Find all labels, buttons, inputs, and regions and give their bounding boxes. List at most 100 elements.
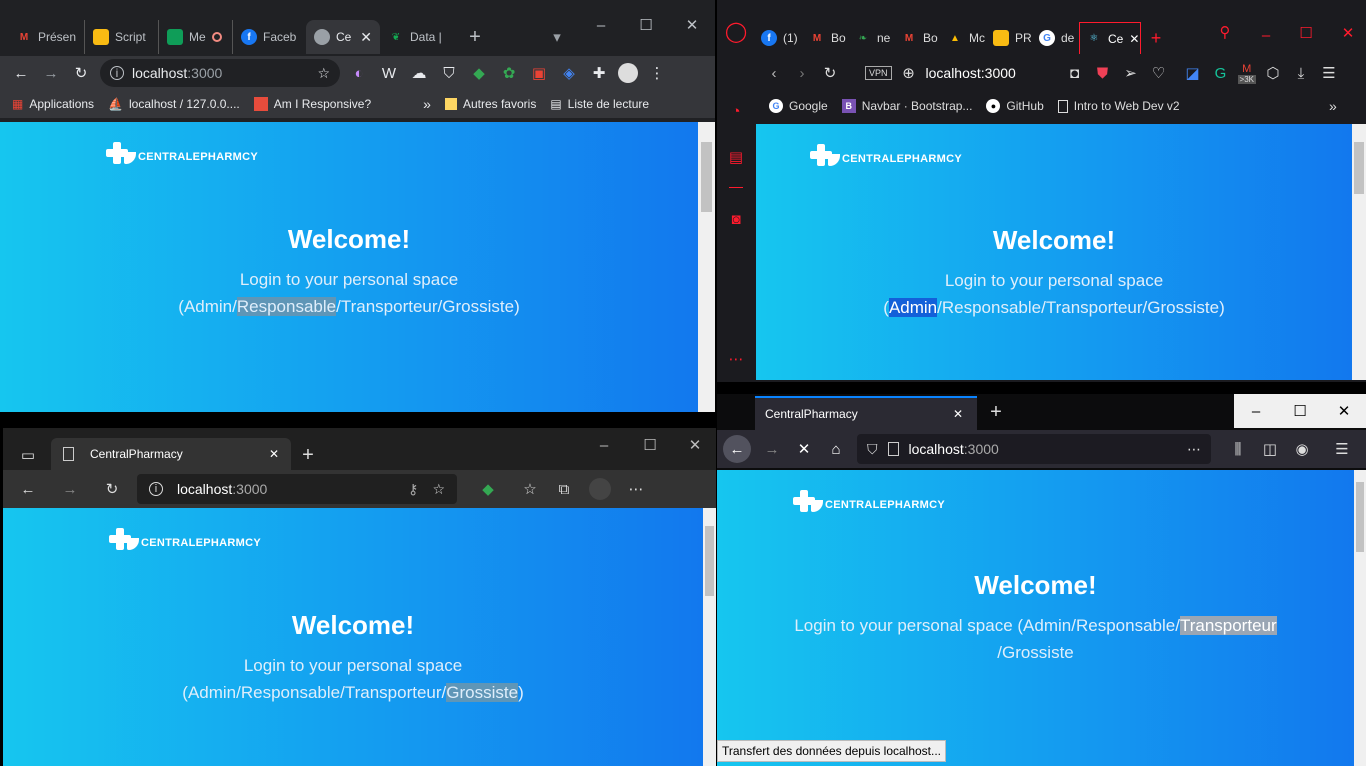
maximize-icon[interactable]: ☐ — [1289, 400, 1311, 422]
scrollbar[interactable] — [1354, 470, 1366, 766]
tab-gmail[interactable]: M Bo — [803, 22, 849, 54]
info-icon[interactable]: i — [149, 482, 163, 496]
avatar[interactable] — [618, 63, 638, 83]
tab-active[interactable]: CentralPharmacy ✕ — [51, 438, 291, 470]
speed-dial-icon[interactable]: ◔ — [725, 100, 747, 122]
shield-icon[interactable]: ⛉ — [867, 441, 878, 458]
minimize-icon[interactable]: – — [1245, 400, 1267, 422]
back-icon[interactable]: ← — [10, 62, 32, 84]
tab-slides[interactable]: PR — [987, 22, 1033, 54]
back-icon[interactable]: ← — [723, 435, 751, 463]
reload-icon[interactable]: ↻ — [70, 62, 92, 84]
tab-mongodb[interactable]: ❦ Data | — [380, 20, 454, 54]
menu-icon[interactable]: ⋮ — [646, 62, 668, 84]
search-tabs-icon[interactable]: ⚲ — [1214, 21, 1236, 43]
maximize-icon[interactable]: ☐ — [639, 434, 661, 456]
tab-google[interactable]: Gde — [1033, 22, 1079, 54]
tab-actions-icon[interactable]: ▭ — [17, 444, 39, 466]
tab-script[interactable]: Script — [84, 20, 158, 54]
key-icon[interactable]: ⚷ — [408, 481, 418, 498]
new-tab-icon[interactable]: + — [464, 26, 486, 48]
instagram-icon[interactable]: ◙ — [725, 208, 747, 230]
mail-badge[interactable]: M >3K — [1237, 63, 1256, 84]
bookmark-github[interactable]: ● GitHub — [986, 99, 1044, 113]
tab-meet[interactable]: Me — [158, 20, 232, 54]
bag-icon[interactable]: ▤ — [725, 146, 747, 168]
avatar[interactable] — [589, 478, 611, 500]
tab-facebook[interactable]: f Faceb — [232, 20, 306, 54]
bookmark-phpmyadmin[interactable]: ⛵ localhost / 127.0.0.... — [108, 97, 240, 111]
settings-icon[interactable]: ☰ — [1318, 62, 1340, 84]
send-icon[interactable]: ➢ — [1120, 62, 1142, 84]
account-icon[interactable]: ◉ — [1291, 438, 1313, 460]
puzzle-icon[interactable]: ✚ — [588, 62, 610, 84]
minimize-icon[interactable]: – — [1255, 24, 1277, 46]
address-bar[interactable]: localhost:3000 — [926, 65, 1046, 81]
scrollbar[interactable] — [703, 508, 716, 766]
extension-icon[interactable]: ◆ — [477, 478, 499, 500]
extension-icon[interactable]: ▣ — [528, 62, 550, 84]
home-icon[interactable]: ⌂ — [825, 438, 847, 460]
forward-icon[interactable]: → — [761, 438, 783, 460]
close-window-icon[interactable]: ✕ — [681, 14, 703, 36]
back-icon[interactable]: ← — [17, 478, 39, 500]
forward-icon[interactable]: › — [791, 62, 813, 84]
cube-icon[interactable]: ⬡ — [1262, 62, 1284, 84]
bookmark-responsive[interactable]: Am I Responsive? — [253, 97, 371, 111]
close-icon[interactable]: ✕ — [1129, 32, 1139, 46]
more-bookmarks-icon[interactable]: » — [423, 96, 431, 112]
download-icon[interactable]: ⤓ — [1290, 62, 1312, 84]
star-icon[interactable]: ☆ — [317, 65, 330, 82]
tab-gmail[interactable]: M Présen — [8, 20, 84, 54]
tab-facebook[interactable]: f (1) — [755, 22, 803, 54]
close-icon[interactable]: ✕ — [360, 29, 372, 46]
extension-icon[interactable]: ✿ — [498, 62, 520, 84]
vpn-badge[interactable]: VPN — [865, 66, 892, 80]
extension-icon[interactable]: ◪ — [1182, 62, 1204, 84]
extension-icon[interactable]: W — [378, 62, 400, 84]
heart-icon[interactable]: ♡ — [1148, 62, 1170, 84]
reload-icon[interactable]: ↻ — [819, 62, 841, 84]
menu-icon[interactable]: ⋯ — [625, 478, 647, 500]
more-bookmarks-icon[interactable]: » — [1329, 98, 1337, 114]
collections-icon[interactable]: ⧉ — [553, 478, 575, 500]
page-actions-icon[interactable]: ⋯ — [1187, 441, 1201, 458]
address-bar[interactable]: i localhost:3000 ☆ — [100, 59, 340, 87]
reload-icon[interactable]: ↻ — [101, 478, 123, 500]
forward-icon[interactable]: → — [59, 478, 81, 500]
bookmark-reading-list[interactable]: ▤ Liste de lecture — [550, 97, 649, 111]
bookmark-intro[interactable]: Intro to Web Dev v2 — [1057, 99, 1180, 113]
back-icon[interactable]: ‹ — [763, 62, 785, 84]
menu-icon[interactable]: ☰ — [1331, 438, 1353, 460]
pocket-icon[interactable]: ⛊ — [1092, 62, 1114, 84]
minimize-icon[interactable]: – — [593, 434, 615, 456]
close-window-icon[interactable]: ✕ — [1337, 22, 1359, 44]
opera-logo-icon[interactable]: ◯ — [725, 20, 747, 43]
minimize-icon[interactable]: – — [590, 14, 612, 36]
more-icon[interactable]: ⋯ — [725, 348, 747, 370]
favorites-icon[interactable]: ☆ — [519, 478, 541, 500]
tab-drive[interactable]: ▲ Mc — [941, 22, 987, 54]
tab-active[interactable]: ⚛ Ce ✕ — [1079, 22, 1141, 54]
extension-icon[interactable]: ◈ — [558, 62, 580, 84]
maximize-icon[interactable]: ☐ — [635, 14, 657, 36]
new-tab-icon[interactable]: + — [297, 444, 319, 466]
extension-icon[interactable]: ◆ — [468, 62, 490, 84]
tab-active[interactable]: CentralPharmacy ✕ — [755, 396, 977, 430]
new-tab-icon[interactable]: + — [985, 401, 1007, 423]
close-window-icon[interactable]: ✕ — [1333, 400, 1355, 422]
bookmark-google[interactable]: G Google — [769, 99, 828, 113]
scrollbar[interactable] — [1352, 124, 1366, 380]
maximize-icon[interactable]: ☐ — [1295, 22, 1317, 44]
extension-icon[interactable]: ☁ — [408, 62, 430, 84]
tab-gmail[interactable]: M Bo — [895, 22, 941, 54]
library-icon[interactable]: ⫼ — [1227, 438, 1249, 460]
tab-active[interactable]: Ce ✕ — [306, 20, 380, 54]
grammarly-icon[interactable]: G — [1210, 62, 1232, 84]
info-icon[interactable]: i — [110, 66, 124, 80]
bookmark-other[interactable]: Autres favoris — [444, 97, 536, 111]
camera-icon[interactable]: ◘ — [1064, 62, 1086, 84]
scrollbar[interactable] — [698, 122, 715, 412]
forward-icon[interactable]: → — [40, 62, 62, 84]
extension-icon[interactable]: ◐ — [348, 62, 370, 84]
